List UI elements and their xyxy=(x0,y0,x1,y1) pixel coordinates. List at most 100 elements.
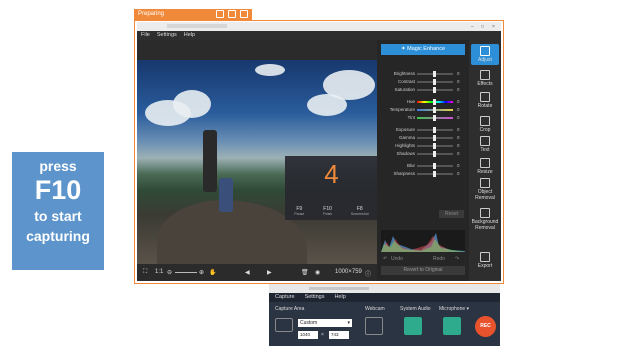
monitor-icon[interactable] xyxy=(275,318,293,332)
tool-crop[interactable]: Crop xyxy=(471,116,499,133)
menu-settings[interactable]: Settings xyxy=(157,31,177,40)
slider-sharpness[interactable]: Sharpness 0 xyxy=(381,170,465,178)
zoom-slider[interactable] xyxy=(175,272,197,273)
window-title-placeholder xyxy=(167,24,227,28)
slider-label: Sharpness xyxy=(393,171,415,176)
rec-button[interactable]: REC xyxy=(475,316,496,337)
tool-label: Crop xyxy=(479,127,491,133)
minimize-icon[interactable]: – xyxy=(471,24,474,30)
tool-effects[interactable]: Effects xyxy=(471,70,499,87)
microphone-label[interactable]: Microphone ▾ xyxy=(439,306,469,312)
slider-hue[interactable]: Hue 0 xyxy=(381,98,465,106)
magic-enhance-button[interactable]: ✦ Magic Enhance xyxy=(381,44,465,55)
zoom-in-icon[interactable]: ⊕ xyxy=(199,269,204,276)
tool-resize[interactable]: Resize xyxy=(471,158,499,175)
previous-icon[interactable]: ◀ xyxy=(245,269,250,276)
next-icon[interactable]: ▶ xyxy=(267,269,272,276)
dimension-separator-icon: × xyxy=(321,332,324,338)
hotkey-caption: Screenshot xyxy=(350,212,369,216)
slider-handle[interactable] xyxy=(433,171,436,177)
slider-value: 0 xyxy=(457,143,460,148)
slider-brightness[interactable]: Brightness 0 xyxy=(381,70,465,78)
zoom-out-icon[interactable]: ⊖ xyxy=(167,269,172,276)
tool-object-removal[interactable]: Object Removal xyxy=(471,178,499,201)
close-icon[interactable]: × xyxy=(492,24,495,30)
cloud xyxy=(173,90,211,118)
stop-icon[interactable] xyxy=(240,10,248,18)
hand-icon[interactable]: ✋ xyxy=(209,269,216,276)
tool-export[interactable]: Export xyxy=(471,252,499,269)
width-input[interactable]: 1040 xyxy=(298,331,318,339)
capture-area-select[interactable]: Custom ▾ xyxy=(298,319,352,327)
pause-icon[interactable] xyxy=(228,10,236,18)
slider-handle[interactable] xyxy=(433,79,436,85)
menu-capture[interactable]: Capture xyxy=(275,293,295,302)
camera-icon[interactable] xyxy=(216,10,224,18)
reset-button[interactable]: Reset xyxy=(439,210,465,218)
info-icon[interactable]: ⓘ xyxy=(365,269,371,278)
slider-label: Contrast xyxy=(397,79,415,84)
menu-settings[interactable]: Settings xyxy=(305,293,325,302)
maximize-icon[interactable]: □ xyxy=(481,24,484,30)
hotkey-screenshot: F8 Screenshot xyxy=(351,206,369,216)
capture-area-value: Custom xyxy=(300,320,318,326)
tool-label: Object Removal xyxy=(475,189,495,201)
slider-tint[interactable]: Tint 0 xyxy=(381,114,465,122)
slider-label: Blur xyxy=(406,163,415,168)
promo-line-4: capturing xyxy=(26,228,90,244)
menu-help[interactable]: Help xyxy=(334,293,345,302)
tool-sidebar: Adjust Effects Rotate Crop Text Resize Object … xyxy=(469,40,501,281)
slider-shadows[interactable]: Shadows 0 xyxy=(381,150,465,158)
undo-button[interactable]: Undo xyxy=(391,256,403,262)
slider-value: 0 xyxy=(457,151,460,156)
hotkey-pause: F9 Pause xyxy=(294,206,304,216)
undo-icon[interactable]: ↶ xyxy=(383,256,387,262)
tool-label: Effects xyxy=(477,81,493,87)
recording-status-label: Preparing xyxy=(138,11,165,17)
slider-handle[interactable] xyxy=(433,115,436,121)
sliders-icon xyxy=(480,46,490,56)
slider-handle[interactable] xyxy=(433,107,436,113)
menu-file[interactable]: File xyxy=(141,31,150,40)
speaker-icon[interactable] xyxy=(404,317,422,335)
redo-button[interactable]: Redo xyxy=(433,256,445,262)
fit-screen-icon[interactable]: ⛶ xyxy=(143,269,147,276)
delete-icon[interactable]: 🗑 xyxy=(301,269,309,276)
slider-saturation[interactable]: Saturation 0 xyxy=(381,86,465,94)
revert-to-original-button[interactable]: Revert to Original xyxy=(381,266,465,275)
slider-handle[interactable] xyxy=(433,99,436,105)
slider-highlights[interactable]: Highlights 0 xyxy=(381,142,465,150)
height-input[interactable]: 743 xyxy=(329,331,349,339)
tool-background-removal[interactable]: Background Removal xyxy=(471,208,499,231)
countdown-overlay: 4 F9 Pause F10 Finish F8 Screenshot xyxy=(285,156,378,220)
slider-handle[interactable] xyxy=(433,143,436,149)
slider-blur[interactable]: Blur 0 xyxy=(381,162,465,170)
slider-value: 0 xyxy=(457,79,460,84)
hotkey-finish: F10 Finish xyxy=(323,206,332,216)
text-icon xyxy=(480,136,490,146)
promo-banner: press F10 to start capturing xyxy=(12,152,104,270)
eye-icon[interactable]: ◉ xyxy=(315,269,320,276)
slider-handle[interactable] xyxy=(433,135,436,141)
slider-temperature[interactable]: Temperature 0 xyxy=(381,106,465,114)
promo-line-3: to start xyxy=(34,208,82,224)
tool-rotate[interactable]: Rotate xyxy=(471,92,499,109)
microphone-icon[interactable] xyxy=(443,317,461,335)
menu-help[interactable]: Help xyxy=(184,31,195,40)
redo-icon[interactable]: ↷ xyxy=(455,256,459,262)
recording-status-bar: Preparing xyxy=(134,9,252,20)
tool-text[interactable]: Text xyxy=(471,136,499,153)
tool-adjust[interactable]: Adjust xyxy=(471,44,499,65)
slider-handle[interactable] xyxy=(433,151,436,157)
slider-handle[interactable] xyxy=(433,71,436,77)
slider-handle[interactable] xyxy=(433,163,436,169)
slider-contrast[interactable]: Contrast 0 xyxy=(381,78,465,86)
slider-handle[interactable] xyxy=(433,127,436,133)
menu-bar: File Settings Help xyxy=(137,31,501,40)
slider-handle[interactable] xyxy=(433,87,436,93)
webcam-off-icon[interactable] xyxy=(365,317,383,335)
slider-exposure[interactable]: Exposure 0 xyxy=(381,126,465,134)
zoom-level[interactable]: 1:1 xyxy=(155,269,163,275)
screen: press F10 to start capturing Preparing –… xyxy=(0,0,640,360)
slider-gamma[interactable]: Gamma 0 xyxy=(381,134,465,142)
